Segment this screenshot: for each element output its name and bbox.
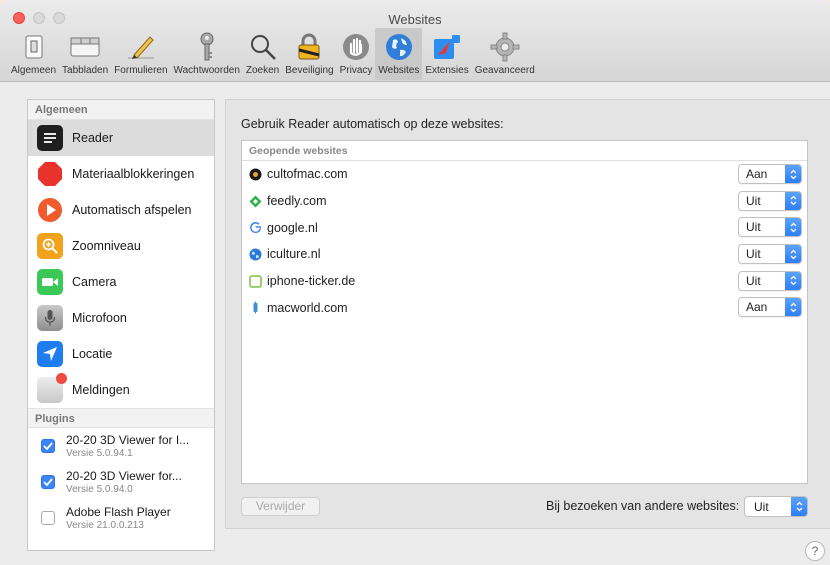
website-row[interactable]: feedly.com Uit xyxy=(242,188,807,215)
tab-algemeen[interactable]: Algemeen xyxy=(8,28,59,80)
websites-table: Geopende websites cultofmac.com Aan feed… xyxy=(241,140,808,484)
titlebar: Websites Algemeen Tabbladen Formulieren xyxy=(0,0,830,82)
padlock-icon xyxy=(294,32,324,62)
website-setting-popup[interactable]: Aan xyxy=(738,297,802,318)
plugin-checkbox[interactable] xyxy=(41,511,55,525)
zoom-icon xyxy=(37,233,63,259)
key-icon xyxy=(192,32,222,62)
preferences-toolbar: Algemeen Tabbladen Formulieren Wachtwoor… xyxy=(8,28,538,80)
popup-chevron-icon xyxy=(785,165,801,183)
play-icon xyxy=(37,197,63,223)
website-domain: macworld.com xyxy=(267,300,348,315)
pencil-icon xyxy=(126,32,156,62)
popup-chevron-icon xyxy=(785,298,801,317)
website-setting-popup[interactable]: Uit xyxy=(738,270,802,291)
macworld-favicon xyxy=(249,301,262,314)
other-websites-popup[interactable]: Uit xyxy=(744,496,808,517)
tab-beveiliging[interactable]: Beveiliging xyxy=(282,28,336,80)
website-row[interactable]: iphone-ticker.de Uit xyxy=(242,268,807,295)
sidebar: Algemeen Reader Materiaalblokkeringen Au… xyxy=(27,99,215,551)
sidebar-item-camera[interactable]: Camera xyxy=(28,264,214,300)
sidebar-header-plugins: Plugins xyxy=(28,408,214,428)
website-setting-popup[interactable]: Aan xyxy=(738,164,802,184)
tabs-icon xyxy=(70,32,100,62)
sidebar-item-location[interactable]: Locatie xyxy=(28,336,214,372)
search-icon xyxy=(248,32,278,62)
website-domain: iphone-ticker.de xyxy=(267,274,356,289)
popup-chevron-icon xyxy=(785,218,801,237)
iphone-ticker-favicon xyxy=(249,274,262,288)
reader-icon xyxy=(37,125,63,151)
website-setting-popup[interactable]: Uit xyxy=(738,244,802,265)
sidebar-item-reader[interactable]: Reader xyxy=(28,120,214,156)
website-domain: cultofmac.com xyxy=(267,167,348,182)
feedly-favicon xyxy=(249,195,262,208)
popup-chevron-icon xyxy=(785,191,801,210)
gear-icon xyxy=(490,32,520,62)
sidebar-item-microphone[interactable]: Microfoon xyxy=(28,300,214,336)
tab-websites[interactable]: Websites xyxy=(375,28,423,80)
tab-wachtwoorden[interactable]: Wachtwoorden xyxy=(171,28,243,80)
hand-icon xyxy=(341,32,371,62)
sidebar-item-zoom[interactable]: Zoomniveau xyxy=(28,228,214,264)
website-setting-popup[interactable]: Uit xyxy=(738,217,802,238)
iculture-favicon xyxy=(249,248,262,261)
website-row[interactable]: macworld.com Aan xyxy=(242,294,807,321)
plugin-item[interactable]: 20-20 3D Viewer for... Versie 5.0.94.0 xyxy=(28,464,214,500)
tab-privacy[interactable]: Privacy xyxy=(337,28,376,80)
window-title: Websites xyxy=(388,12,442,27)
popup-chevron-icon xyxy=(785,245,801,264)
website-row[interactable]: cultofmac.com Aan xyxy=(242,161,807,188)
switch-icon xyxy=(19,32,49,62)
help-button[interactable]: ? xyxy=(805,541,825,561)
website-row[interactable]: google.nl Uit xyxy=(242,214,807,241)
plugin-checkbox[interactable] xyxy=(41,475,55,489)
popup-chevron-icon xyxy=(785,271,801,290)
tab-geavanceerd[interactable]: Geavanceerd xyxy=(472,28,538,80)
website-domain: feedly.com xyxy=(267,194,327,209)
sidebar-item-autoplay[interactable]: Automatisch afspelen xyxy=(28,192,214,228)
sidebar-item-content-blockers[interactable]: Materiaalblokkeringen xyxy=(28,156,214,192)
remove-button[interactable]: Verwijder xyxy=(241,497,320,516)
camera-icon xyxy=(37,269,63,295)
tab-formulieren[interactable]: Formulieren xyxy=(111,28,170,80)
sidebar-item-notifications[interactable]: Meldingen xyxy=(28,372,214,408)
cultofmac-favicon xyxy=(249,168,262,181)
panel-heading: Gebruik Reader automatisch op deze websi… xyxy=(241,117,504,131)
google-favicon xyxy=(249,221,262,234)
plugin-checkbox[interactable] xyxy=(41,439,55,453)
website-setting-popup[interactable]: Uit xyxy=(738,190,802,211)
globe-icon xyxy=(384,32,414,62)
website-domain: google.nl xyxy=(267,220,318,235)
other-websites-label: Bij bezoeken van andere websites: xyxy=(546,499,740,513)
location-arrow-icon xyxy=(37,341,63,367)
stop-icon xyxy=(37,161,63,187)
website-row[interactable]: iculture.nl Uit xyxy=(242,241,807,268)
tab-tabbladen[interactable]: Tabbladen xyxy=(59,28,111,80)
plugin-item[interactable]: Adobe Flash Player Versie 21.0.0.213 xyxy=(28,500,214,536)
plugin-item[interactable]: 20-20 3D Viewer for I... Versie 5.0.94.1 xyxy=(28,428,214,464)
sidebar-header-general: Algemeen xyxy=(28,100,214,120)
websites-table-header: Geopende websites xyxy=(242,141,807,161)
microphone-icon xyxy=(37,305,63,331)
tab-extensies[interactable]: Extensies xyxy=(422,28,471,80)
puzzle-icon xyxy=(432,32,462,62)
website-domain: iculture.nl xyxy=(267,247,321,262)
preferences-window: Websites Algemeen Tabbladen Formulieren xyxy=(0,0,830,565)
tab-zoeken[interactable]: Zoeken xyxy=(243,28,282,80)
popup-chevron-icon xyxy=(791,497,807,516)
notifications-icon xyxy=(37,373,67,403)
